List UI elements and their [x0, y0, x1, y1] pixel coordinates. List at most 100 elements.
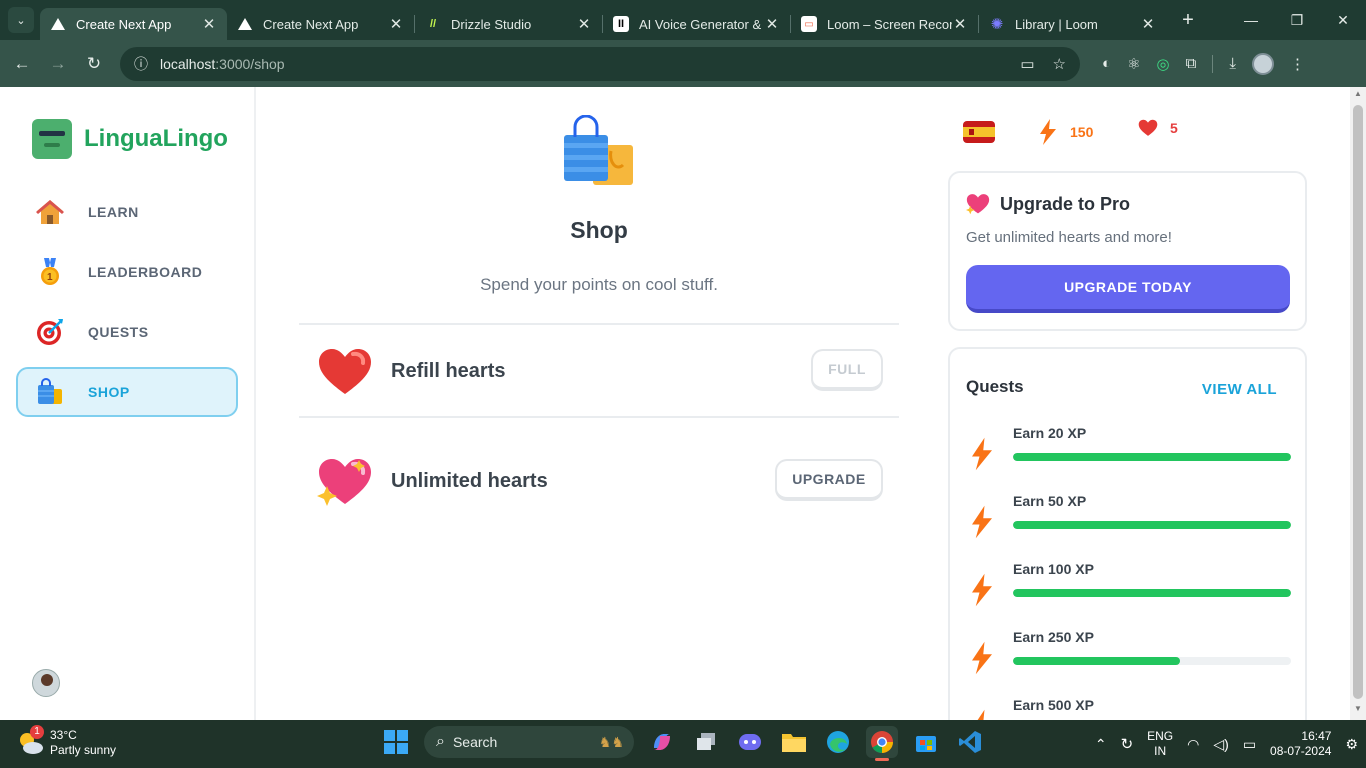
quest-progress-fill	[1013, 521, 1291, 529]
tab-search-button[interactable]: ⌄	[8, 7, 34, 33]
browser-tab[interactable]: ▭ Loom – Screen Recor ✕	[791, 8, 978, 40]
upgrade-today-button[interactable]: UPGRADE TODAY	[966, 265, 1290, 313]
tab-title: Create Next App	[76, 16, 172, 32]
site-info-icon[interactable]: ⓘ	[134, 54, 148, 74]
close-tab-icon[interactable]: ✕	[388, 15, 404, 33]
item-label: Refill hearts	[391, 360, 506, 382]
new-tab-button[interactable]: +	[1176, 9, 1200, 32]
lightning-icon	[972, 641, 992, 675]
spain-flag-icon[interactable]	[963, 121, 995, 143]
shop-item-refill: Refill hearts FULL	[299, 325, 899, 415]
pro-title-text: Upgrade to Pro	[1000, 193, 1131, 214]
browser-tab[interactable]: Create Next App ✕	[227, 8, 414, 40]
close-window-icon[interactable]: ✕	[1320, 0, 1366, 40]
chevron-up-icon[interactable]: ⌃	[1095, 736, 1107, 753]
triangle-icon	[50, 16, 66, 32]
close-tab-icon[interactable]: ✕	[1140, 15, 1156, 33]
browser-tab[interactable]: Create Next App ✕	[40, 8, 227, 40]
forward-icon[interactable]: →	[40, 54, 76, 74]
close-tab-icon[interactable]: ✕	[952, 15, 968, 33]
points-stat[interactable]: 150	[1040, 119, 1093, 145]
user-avatar[interactable]	[32, 669, 60, 697]
sidebar: LinguaLingo LEARN 1 LEADERBOARD QUESTS S…	[0, 87, 256, 720]
close-tab-icon[interactable]: ✕	[576, 15, 592, 33]
upgrade-button[interactable]: UPGRADE	[775, 459, 883, 501]
lang-code: ENG	[1147, 729, 1174, 743]
brand-logo[interactable]: LinguaLingo	[32, 119, 228, 159]
copilot-icon[interactable]	[646, 726, 678, 758]
puzzle-icon[interactable]: ⧉	[1186, 55, 1197, 72]
page-scrollbar[interactable]: ▲ ▼	[1350, 87, 1366, 720]
reload-icon[interactable]: ↻	[76, 54, 112, 74]
scroll-down-icon[interactable]: ▼	[1350, 704, 1366, 718]
quest-progress-bar	[1013, 453, 1291, 461]
browser-toolbar: ← → ↻ ⓘ localhost:3000/shop ▭ ☆ ◐ ⚛ ◎ ⧉ …	[0, 40, 1366, 87]
profile-avatar[interactable]	[1251, 52, 1274, 75]
store-icon[interactable]	[910, 726, 942, 758]
close-tab-icon[interactable]: ✕	[764, 15, 780, 33]
language-indicator[interactable]: ENG IN	[1147, 729, 1173, 759]
restore-icon[interactable]: ❐	[1274, 0, 1320, 40]
browser-tab[interactable]: II AI Voice Generator & ✕	[603, 8, 790, 40]
tab-title: Create Next App	[263, 16, 359, 32]
page-content: LinguaLingo LEARN 1 LEADERBOARD QUESTS S…	[0, 87, 1366, 720]
view-all-link[interactable]: VIEW ALL	[1202, 381, 1277, 398]
card-icon[interactable]: ▭	[1020, 55, 1034, 73]
sidebar-item-quests[interactable]: QUESTS	[16, 307, 238, 357]
browser-tab-strip: ⌄ Create Next App ✕ Create Next App ✕ //…	[0, 0, 1366, 40]
back-icon[interactable]: ←	[4, 54, 40, 74]
system-tray: ⌃ ↻ ENG IN ◠ ◁) ▭ 16:47 08-07-2024 ⚙	[1095, 720, 1358, 768]
extension-icon[interactable]: ◐	[1102, 55, 1111, 72]
address-bar[interactable]: ⓘ localhost:3000/shop ▭ ☆	[120, 46, 1080, 81]
browser-tab[interactable]: // Drizzle Studio ✕	[415, 8, 602, 40]
scroll-up-icon[interactable]: ▲	[1350, 89, 1366, 103]
active-app-indicator	[875, 758, 889, 761]
extension-ring-icon[interactable]: ◎	[1157, 55, 1170, 73]
battery-icon[interactable]: ▭	[1243, 736, 1256, 753]
windows-start-icon[interactable]	[380, 726, 412, 758]
quests-card: Quests VIEW ALL Earn 20 XP Earn 50 XP Earn…	[948, 347, 1307, 720]
shopping-bag-icon	[563, 114, 635, 187]
menu-dots-icon[interactable]: ⋮	[1290, 55, 1305, 73]
browser-tab[interactable]: ✺ Library | Loom ✕	[979, 8, 1166, 40]
quest-progress-fill	[1013, 589, 1291, 597]
clock[interactable]: 16:47 08-07-2024	[1270, 729, 1331, 759]
close-tab-icon[interactable]: ✕	[201, 15, 217, 33]
url-text[interactable]: localhost:3000/shop	[160, 56, 285, 72]
medal-icon: 1	[34, 256, 66, 288]
file-explorer-icon[interactable]	[778, 726, 810, 758]
scrollbar-thumb[interactable]	[1353, 105, 1363, 699]
taskbar-apps: ⌕ Search ♞♞	[380, 726, 986, 761]
sidebar-item-shop[interactable]: SHOP	[16, 367, 238, 417]
sidebar-item-learn[interactable]: LEARN	[16, 187, 238, 237]
tab-title: Drizzle Studio	[451, 16, 532, 32]
wifi-icon[interactable]: ◠	[1187, 736, 1199, 753]
sync-icon[interactable]: ↻	[1121, 735, 1134, 753]
full-button[interactable]: FULL	[811, 349, 883, 391]
edge-icon[interactable]	[822, 726, 854, 758]
search-icon: ⌕	[436, 733, 445, 750]
volume-icon[interactable]: ◁)	[1213, 736, 1228, 753]
sidebar-item-label: SHOP	[88, 384, 130, 400]
taskbar-search[interactable]: ⌕ Search ♞♞	[424, 726, 634, 758]
meet-icon[interactable]	[734, 726, 766, 758]
sidebar-item-leaderboard[interactable]: 1 LEADERBOARD	[16, 247, 238, 297]
task-view-icon[interactable]	[690, 726, 722, 758]
sidebar-item-label: LEARN	[88, 204, 139, 220]
quest-item: Earn 250 XP	[966, 629, 1292, 689]
weather-widget[interactable]: 1 33°C Partly sunny	[16, 725, 116, 758]
time: 16:47	[1301, 729, 1332, 743]
chrome-icon[interactable]	[866, 726, 898, 761]
drizzle-icon: //	[429, 18, 437, 30]
notifications-icon[interactable]: ⚙	[1345, 736, 1358, 753]
quest-item: Earn 500 XP	[966, 697, 1292, 720]
download-icon[interactable]: ⤓	[1229, 55, 1236, 72]
heart-icon	[1138, 119, 1158, 136]
vscode-icon[interactable]	[954, 726, 986, 758]
lightning-icon	[977, 709, 985, 720]
minimize-icon[interactable]: —	[1228, 0, 1274, 40]
react-devtools-icon[interactable]: ⚛	[1127, 55, 1140, 73]
quest-progress-fill	[1013, 657, 1180, 665]
hearts-stat[interactable]: 5	[1138, 119, 1178, 137]
bookmark-star-icon[interactable]: ☆	[1053, 55, 1066, 73]
